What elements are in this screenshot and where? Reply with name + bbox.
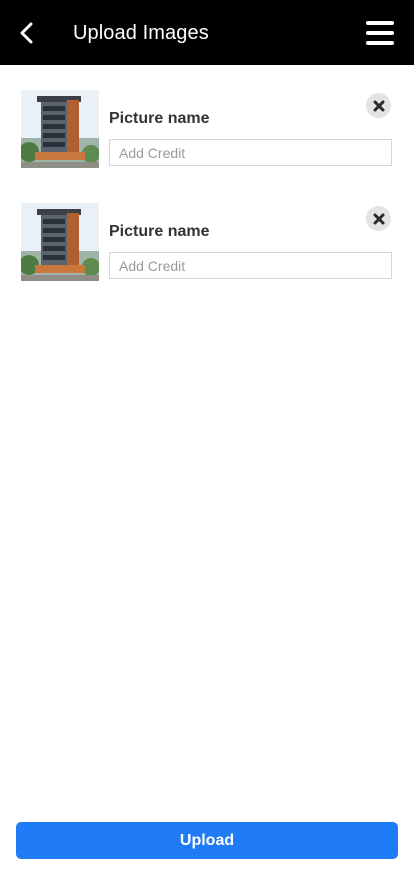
page-title: Upload Images: [73, 22, 209, 44]
menu-button[interactable]: [366, 20, 396, 46]
credit-input[interactable]: [109, 139, 392, 166]
image-thumbnail[interactable]: [21, 203, 99, 281]
hamburger-menu-icon: [366, 21, 394, 25]
list-item: Picture name: [0, 65, 414, 178]
picture-name-label: Picture name: [109, 223, 210, 240]
back-button[interactable]: [12, 18, 42, 48]
building-image: [21, 203, 99, 281]
picture-name-label: Picture name: [109, 110, 210, 127]
close-icon: [373, 213, 384, 224]
remove-image-button[interactable]: [366, 93, 391, 118]
list-item: Picture name: [0, 178, 414, 291]
image-thumbnail[interactable]: [21, 90, 99, 168]
image-list: Picture name Add Credit Picture name Add…: [0, 65, 414, 291]
close-icon: [373, 100, 384, 111]
building-image: [21, 90, 99, 168]
chevron-left-icon: [20, 22, 33, 44]
upload-button[interactable]: Upload: [16, 822, 398, 859]
remove-image-button[interactable]: [366, 206, 391, 231]
app-header: Upload Images: [0, 0, 414, 65]
credit-input[interactable]: [109, 252, 392, 279]
